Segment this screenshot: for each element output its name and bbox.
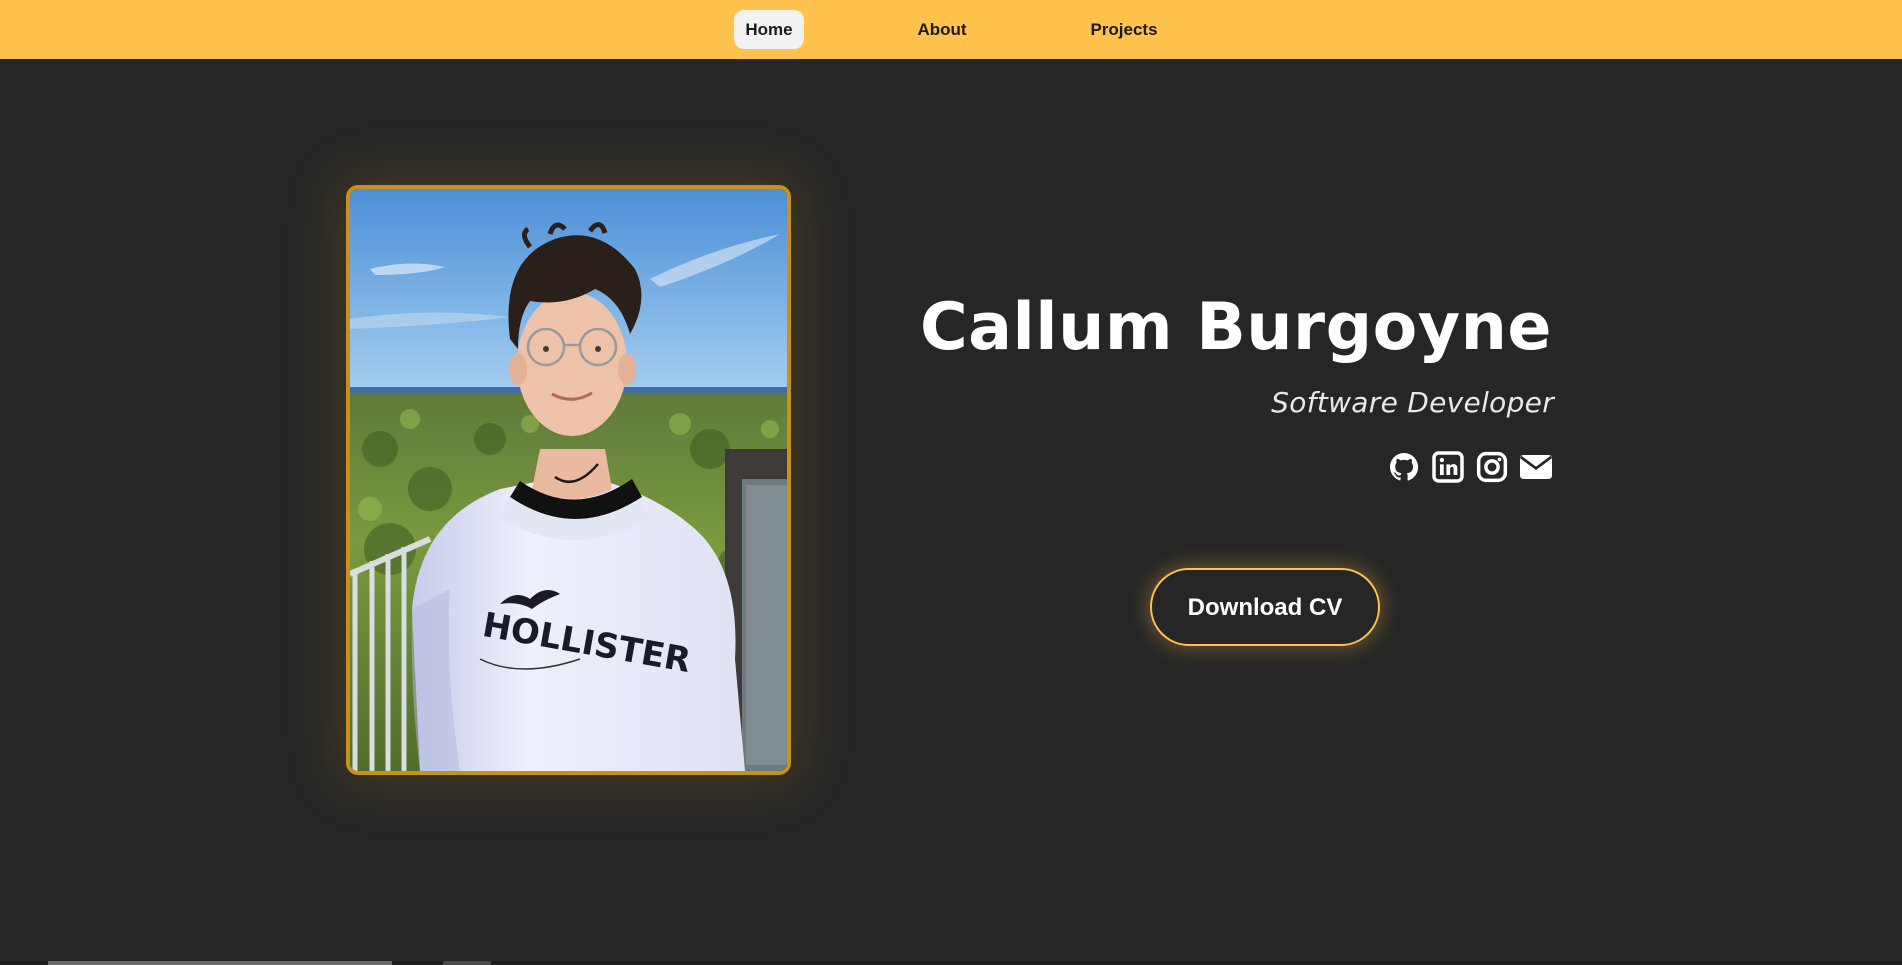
- horizontal-scrollbar[interactable]: [0, 961, 1902, 965]
- social-links: [1388, 451, 1556, 483]
- nav-home-link[interactable]: Home: [734, 10, 804, 49]
- hero-name: Callum Burgoyne: [919, 290, 1552, 365]
- hero-role: Software Developer: [1271, 386, 1554, 419]
- github-icon[interactable]: [1388, 451, 1420, 483]
- nav-projects-link[interactable]: Projects: [1083, 10, 1165, 49]
- nav-about-link[interactable]: About: [907, 10, 977, 49]
- scrollbar-thumb[interactable]: [48, 961, 392, 965]
- instagram-icon[interactable]: [1476, 451, 1508, 483]
- profile-photo: HOLLISTER: [346, 185, 791, 775]
- mail-icon[interactable]: [1518, 451, 1554, 483]
- linkedin-icon[interactable]: [1432, 451, 1464, 483]
- top-navbar: Home About Projects: [0, 0, 1902, 59]
- download-cv-button[interactable]: Download CV: [1150, 568, 1380, 646]
- scrollbar-thumb-secondary[interactable]: [443, 961, 491, 965]
- profile-photo-image: HOLLISTER: [350, 189, 787, 771]
